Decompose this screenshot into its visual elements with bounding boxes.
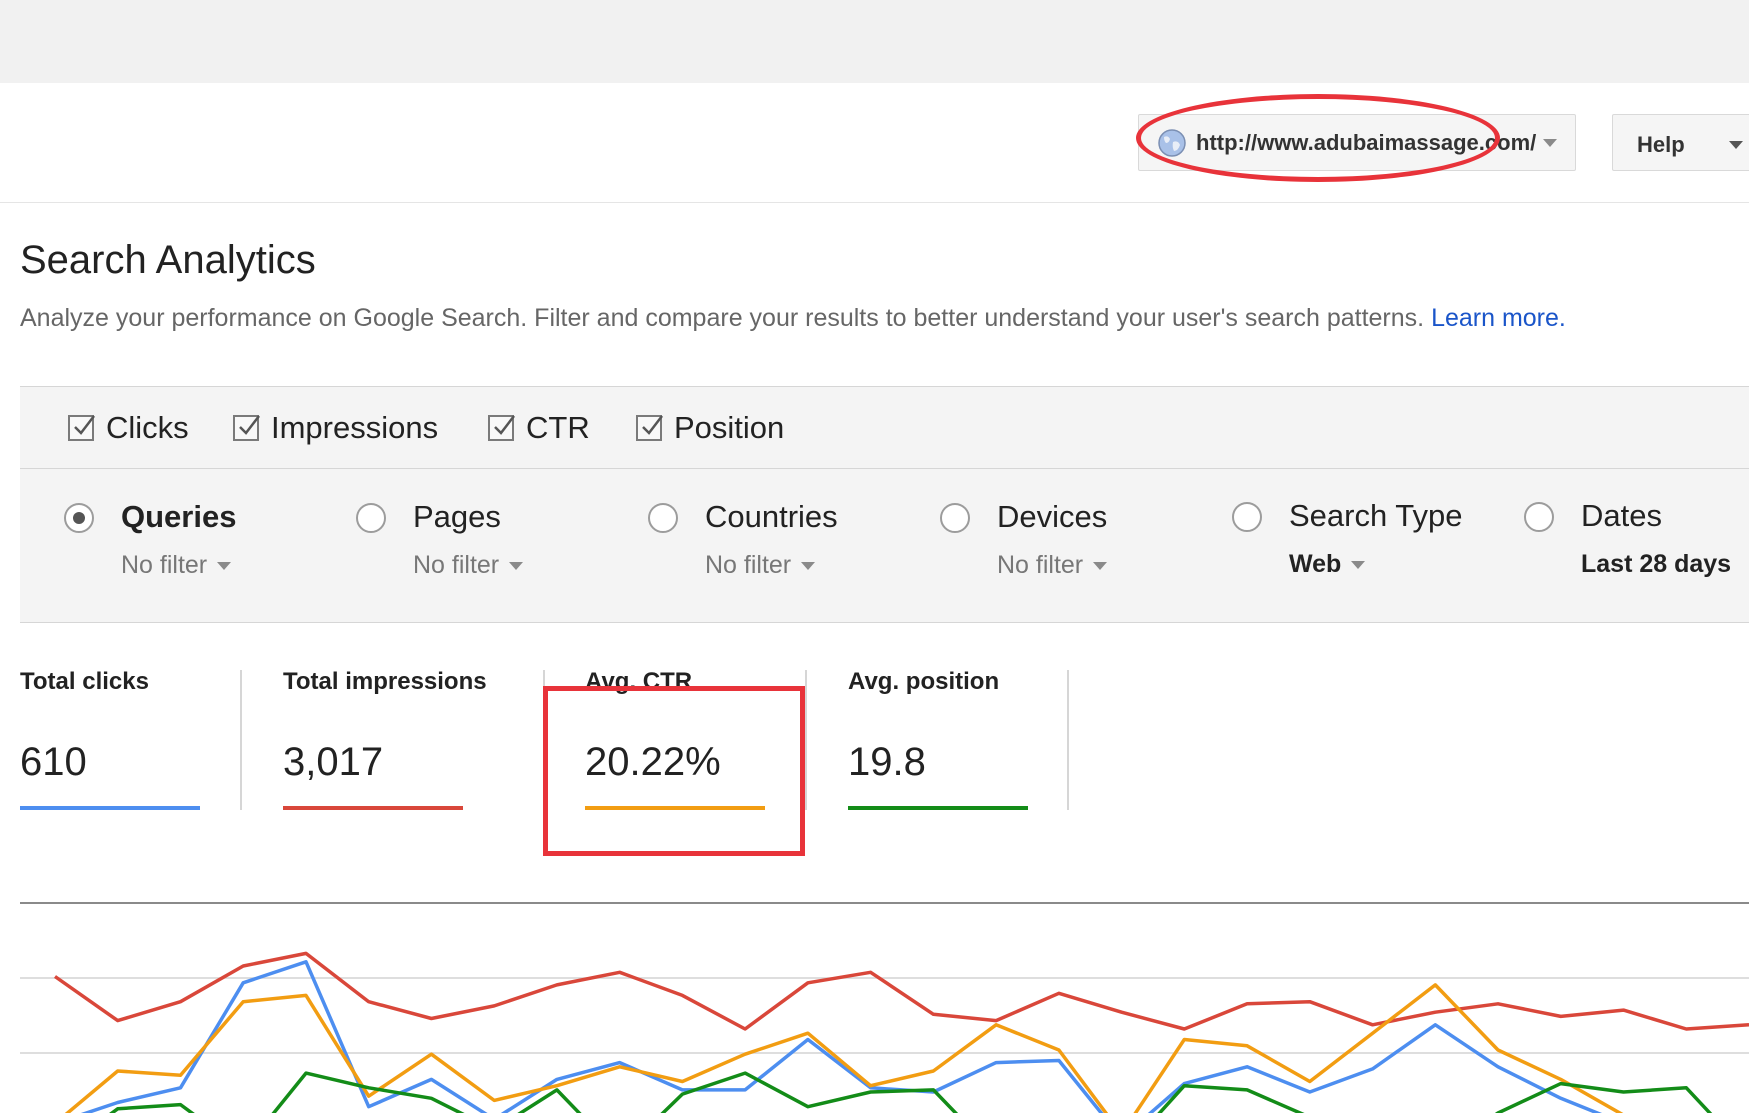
stat-avg-position[interactable]: Avg. position 19.8 [848,668,1028,810]
toggle-label: Position [674,410,785,445]
filter-dropdown[interactable]: No filter [997,551,1108,580]
stat-label: Avg. position [848,668,1000,695]
dimension-label: Pages [413,499,501,534]
chevron-down-icon [801,561,816,570]
dimension-label: Queries [121,499,237,534]
page-title: Search Analytics [20,238,316,282]
stat-divider [240,670,242,810]
filter-dropdown[interactable]: No filter [413,551,524,580]
radio-button[interactable] [64,503,94,533]
toggle-label: CTR [526,410,590,445]
dimension-filters: Queries No filter Pages No filter Countr… [20,469,1749,623]
checkmark-icon [239,415,260,435]
stat-total-clicks[interactable]: Total clicks 610 [20,668,200,810]
toggle-impressions[interactable]: Impressions [233,410,438,446]
filter-dropdown[interactable]: Last 28 days [1581,550,1731,579]
checkbox[interactable] [233,415,260,441]
filter-value: No filter [705,551,792,579]
page-description: Analyze your performance on Google Searc… [20,304,1566,333]
radio-button[interactable] [940,503,970,533]
dimension-label: Dates [1581,498,1662,533]
chart-svg [20,902,1749,1113]
stat-value: 19.8 [848,740,926,784]
checkbox[interactable] [636,415,663,441]
stat-total-impressions[interactable]: Total impressions 3,017 [283,668,487,810]
annotation-ellipse [1136,94,1500,182]
learn-more-link[interactable]: Learn more. [1431,304,1566,332]
checkbox[interactable] [488,415,515,441]
metrics-toggle-bar: Clicks Impressions CTR Position [20,386,1749,469]
toggle-clicks[interactable]: Clicks [68,410,189,446]
chevron-down-icon [1351,560,1366,569]
checkmark-icon [74,415,95,435]
chevron-down-icon [217,561,232,570]
filter-dropdown[interactable]: No filter [121,551,232,580]
stat-value: 3,017 [283,740,384,784]
toggle-ctr[interactable]: CTR [488,410,590,446]
filter-value: No filter [121,551,208,579]
dimension-label: Countries [705,499,838,534]
toggle-label: Impressions [271,410,439,445]
help-button[interactable]: Help [1612,114,1749,171]
checkmark-icon [494,415,515,435]
radio-button[interactable] [356,503,386,533]
filter-value: No filter [997,551,1084,579]
filter-value: Web [1289,550,1342,578]
chevron-down-icon [1729,141,1743,149]
checkmark-icon [642,415,663,435]
stat-label: Total impressions [283,668,487,695]
annotation-rectangle [543,686,805,856]
stat-divider [805,670,807,810]
chevron-down-icon [1093,561,1108,570]
filter-dropdown[interactable]: No filter [705,551,816,580]
toggle-label: Clicks [106,410,189,445]
checkbox[interactable] [68,415,95,441]
radio-button[interactable] [1524,502,1554,532]
dimension-label: Devices [997,499,1108,534]
radio-button[interactable] [648,503,678,533]
stat-value: 610 [20,740,87,784]
stat-color-bar [20,806,200,810]
stat-color-bar [283,806,463,810]
filter-value: Last 28 days [1581,550,1732,578]
stat-divider [1067,670,1069,810]
filter-dropdown[interactable]: Web [1289,550,1366,579]
radio-button[interactable] [1232,502,1262,532]
filter-value: No filter [413,551,500,579]
stat-color-bar [848,806,1028,810]
description-text: Analyze your performance on Google Searc… [20,304,1425,332]
dimension-label: Search Type [1289,498,1463,533]
chevron-down-icon [509,561,524,570]
toggle-position[interactable]: Position [636,410,784,446]
browser-top-bar [0,0,1749,83]
stat-label: Total clicks [20,668,149,695]
help-label: Help [1637,132,1685,157]
chevron-down-icon [1543,139,1557,147]
performance-chart [20,900,1749,1113]
